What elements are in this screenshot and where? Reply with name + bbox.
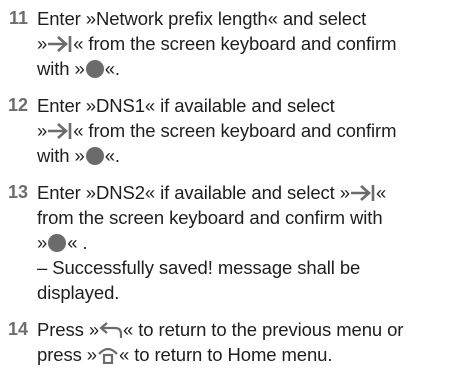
step-12: 12 Enter »DNS1« if available and select … [5,93,447,168]
step-line: Enter »DNS1« if available and select [37,95,335,116]
step-text: Enter »Network prefix length« and select… [37,8,397,79]
ok-button-icon [48,234,67,252]
instruction-page: 11 Enter »Network prefix length« and sel… [0,0,457,384]
step-14: 14 Press » « to return to the previous me… [5,317,447,367]
success-note-cont: displayed. [37,282,120,303]
step-text: Enter »DNS2« if available and select » « … [37,182,387,303]
step-number: 12 [7,95,28,115]
ok-button-icon [85,147,104,165]
ok-button-icon [85,60,104,78]
next-arrow-icon [350,184,376,202]
step-number: 11 [8,8,28,28]
step-text: Enter »DNS1« if available and select » « … [37,95,397,166]
step-13: 13 Enter »DNS2« if available and select … [5,180,447,305]
next-arrow-icon [47,122,73,140]
step-line: Enter »Network prefix length« and select [37,8,367,29]
step-text: Press » « to return to the previous menu … [37,319,404,365]
step-11: 11 Enter »Network prefix length« and sel… [5,6,447,81]
step-number: 13 [7,182,28,202]
back-arrow-icon [99,321,123,339]
home-icon [97,344,119,364]
success-note: – Successfully saved! message shall be [37,257,361,278]
next-arrow-icon [47,35,73,53]
step-number: 14 [7,319,28,339]
